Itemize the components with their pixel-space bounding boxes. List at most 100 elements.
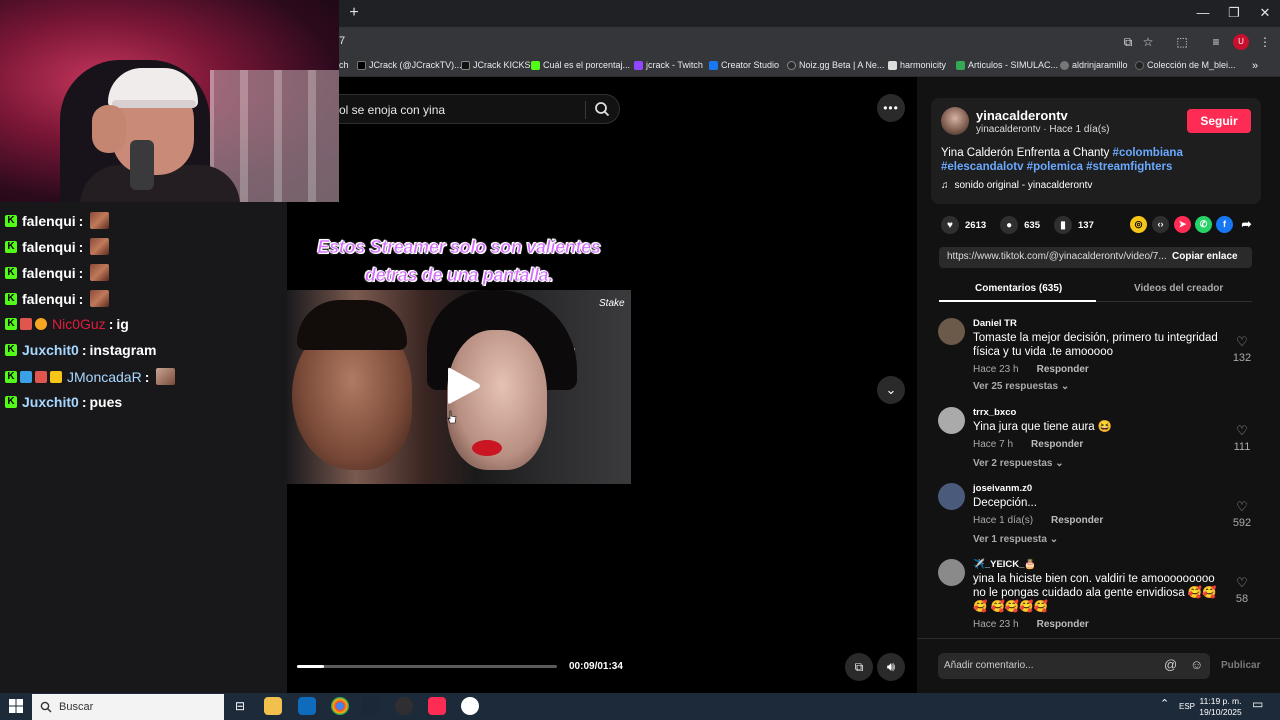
comment-like-button[interactable]: ♡ 58 (1230, 575, 1254, 605)
outlook-icon[interactable] (298, 697, 316, 715)
comment-username[interactable]: ✈️_YEICK_🎂 (973, 559, 1036, 570)
notifications-icon[interactable]: ▭ (1252, 697, 1263, 711)
comment-like-button[interactable]: ♡ 132 (1230, 334, 1254, 364)
chat-username[interactable]: Nic0Guz (52, 316, 106, 332)
comment-button[interactable]: ● 635 (1000, 216, 1040, 234)
bookmark-item[interactable]: Colección de M_blei... (1135, 60, 1236, 70)
hashtag-link[interactable]: #colombiana (1113, 147, 1183, 159)
chat-username[interactable]: falenqui (22, 265, 76, 281)
app-icon[interactable] (461, 697, 479, 715)
comment-avatar[interactable] (938, 559, 965, 586)
hashtag-link[interactable]: #polemica (1027, 161, 1083, 173)
bookmark-star-icon[interactable]: ☆ (1140, 34, 1156, 50)
task-view-icon[interactable]: ⊟ (231, 697, 249, 715)
emoji-icon[interactable]: ☺ (1190, 657, 1203, 672)
chrome-icon[interactable] (331, 697, 349, 715)
comment-like-button[interactable]: ♡ 111 (1230, 423, 1254, 453)
comment-username[interactable]: Daniel TR (973, 318, 1017, 329)
file-explorer-icon[interactable] (264, 697, 282, 715)
close-icon[interactable]: ✕ (1250, 4, 1280, 22)
tray-chevron-icon[interactable]: ⌃ (1160, 697, 1169, 710)
whatsapp-share-icon[interactable]: ✆ (1195, 216, 1212, 233)
chat-username[interactable]: falenqui (22, 239, 76, 255)
embed-share-icon[interactable]: ‹› (1152, 216, 1169, 233)
more-bookmarks-button[interactable]: » (1252, 60, 1258, 72)
minimize-icon[interactable]: — (1188, 4, 1218, 22)
bookmark-item[interactable]: harmonicity (888, 60, 946, 70)
view-replies-button[interactable]: Ver 25 respuestas ⌄ (973, 381, 1069, 392)
obs-icon[interactable] (395, 697, 413, 715)
facebook-share-icon[interactable]: f (1216, 216, 1233, 233)
extensions-icon[interactable]: ⬚ (1174, 34, 1190, 50)
language-indicator[interactable]: ESP (1179, 702, 1195, 711)
bookmark-item[interactable]: jcrack - Twitch (634, 60, 703, 70)
new-tab-button[interactable]: + (345, 4, 363, 22)
next-video-button[interactable]: ⌄ (877, 376, 905, 404)
coin-share-icon[interactable]: ◎ (1130, 216, 1147, 233)
comment-avatar[interactable] (938, 318, 965, 345)
bookmark-item[interactable]: Noiz.gg Beta | A Ne... (787, 60, 884, 70)
chat-username[interactable]: falenqui (22, 213, 76, 229)
install-app-icon[interactable]: ⧉ (1120, 34, 1136, 50)
send-share-icon[interactable]: ➤ (1174, 216, 1191, 233)
share-arrow-icon[interactable]: ➦ (1238, 216, 1255, 233)
taskbar-clock[interactable]: 11:19 p. m. 19/10/2025 (1198, 696, 1243, 718)
author-username[interactable]: yinacalderontv (976, 108, 1068, 123)
tab-creator-videos[interactable]: Videos del creador (1134, 283, 1223, 294)
search-bar[interactable]: ol se enoja con yina (339, 94, 620, 124)
media-control-icon[interactable]: ≡ (1208, 34, 1224, 50)
bookmark-item[interactable]: aldrinjaramillo (1060, 60, 1128, 70)
view-replies-button[interactable]: Ver 1 respuesta ⌄ (973, 534, 1058, 545)
comment-avatar[interactable] (938, 483, 965, 510)
hashtag-link[interactable]: #elescandalotv (941, 161, 1023, 173)
reply-button[interactable]: Responder (1037, 364, 1089, 375)
url-text[interactable]: 7 (339, 35, 345, 47)
save-button[interactable]: ▮ 137 (1054, 216, 1094, 234)
sound-link[interactable]: ♫ sonido original - yinacalderontv (941, 180, 1092, 191)
like-button[interactable]: ♥ 2613 (941, 216, 986, 234)
bookmark-item[interactable]: Articulos - SIMULAC... (956, 60, 1058, 70)
hashtag-link[interactable]: #streamfighters (1086, 161, 1172, 173)
search-input[interactable]: ol se enoja con yina (339, 103, 445, 117)
menu-kebab-icon[interactable]: ⋮ (1257, 34, 1273, 50)
pip-icon[interactable]: ⧉ (845, 653, 873, 681)
comment-avatar[interactable] (938, 407, 965, 434)
view-replies-button[interactable]: Ver 2 respuestas ⌄ (973, 458, 1064, 469)
comment-input[interactable]: Añadir comentario... @ ☺ (938, 653, 1210, 679)
mention-icon[interactable]: @ (1164, 657, 1177, 672)
publish-button[interactable]: Publicar (1221, 660, 1260, 671)
chat-username[interactable]: JMoncadaR (67, 369, 142, 385)
taskbar-search[interactable]: Buscar (32, 694, 224, 720)
restore-icon[interactable]: ❐ (1219, 4, 1249, 22)
tiktok-studio-icon[interactable] (428, 697, 446, 715)
author-avatar[interactable] (941, 107, 969, 135)
follow-button[interactable]: Seguir (1187, 109, 1251, 133)
volume-icon[interactable]: 🔊︎ (877, 653, 905, 681)
bookmark-item[interactable]: JCrack (@JCrackTV)... (357, 60, 462, 70)
chat-username[interactable]: Juxchit0 (22, 342, 79, 358)
profile-avatar-icon[interactable]: U (1233, 34, 1249, 50)
comment-like-button[interactable]: ♡ 592 (1230, 499, 1254, 529)
steam-icon[interactable] (362, 697, 380, 715)
bookmark-item[interactable]: JCrack KICKS (461, 60, 531, 70)
more-options-button[interactable]: ••• (877, 94, 905, 122)
comment-username[interactable]: joseivanm.z0 (973, 483, 1032, 494)
chat-username[interactable]: Juxchit0 (22, 394, 79, 410)
watermark-logo: Stake (599, 298, 625, 309)
bookmark-item[interactable]: Cuál es el porcentaj... (531, 60, 630, 70)
chat-username[interactable]: falenqui (22, 291, 76, 307)
bookmark-item[interactable]: ch (339, 60, 349, 70)
tab-comments[interactable]: Comentarios (635) (975, 283, 1062, 294)
reply-button[interactable]: Responder (1051, 515, 1103, 526)
bookmark-item[interactable]: Creator Studio (709, 60, 779, 70)
reply-button[interactable]: Responder (1037, 619, 1089, 630)
copy-link-button[interactable]: Copiar enlace (1172, 251, 1238, 262)
play-icon[interactable] (446, 365, 482, 407)
comment-username[interactable]: trrx_bxco (973, 407, 1016, 418)
video-player[interactable]: Estos Streamer solo son valientes detras… (287, 225, 631, 487)
search-icon[interactable] (594, 101, 610, 117)
video-progress-bar[interactable] (297, 665, 557, 668)
windows-start-icon[interactable] (9, 699, 23, 713)
video-link-text[interactable]: https://www.tiktok.com/@yinacalderontv/v… (947, 251, 1167, 262)
reply-button[interactable]: Responder (1031, 439, 1083, 450)
